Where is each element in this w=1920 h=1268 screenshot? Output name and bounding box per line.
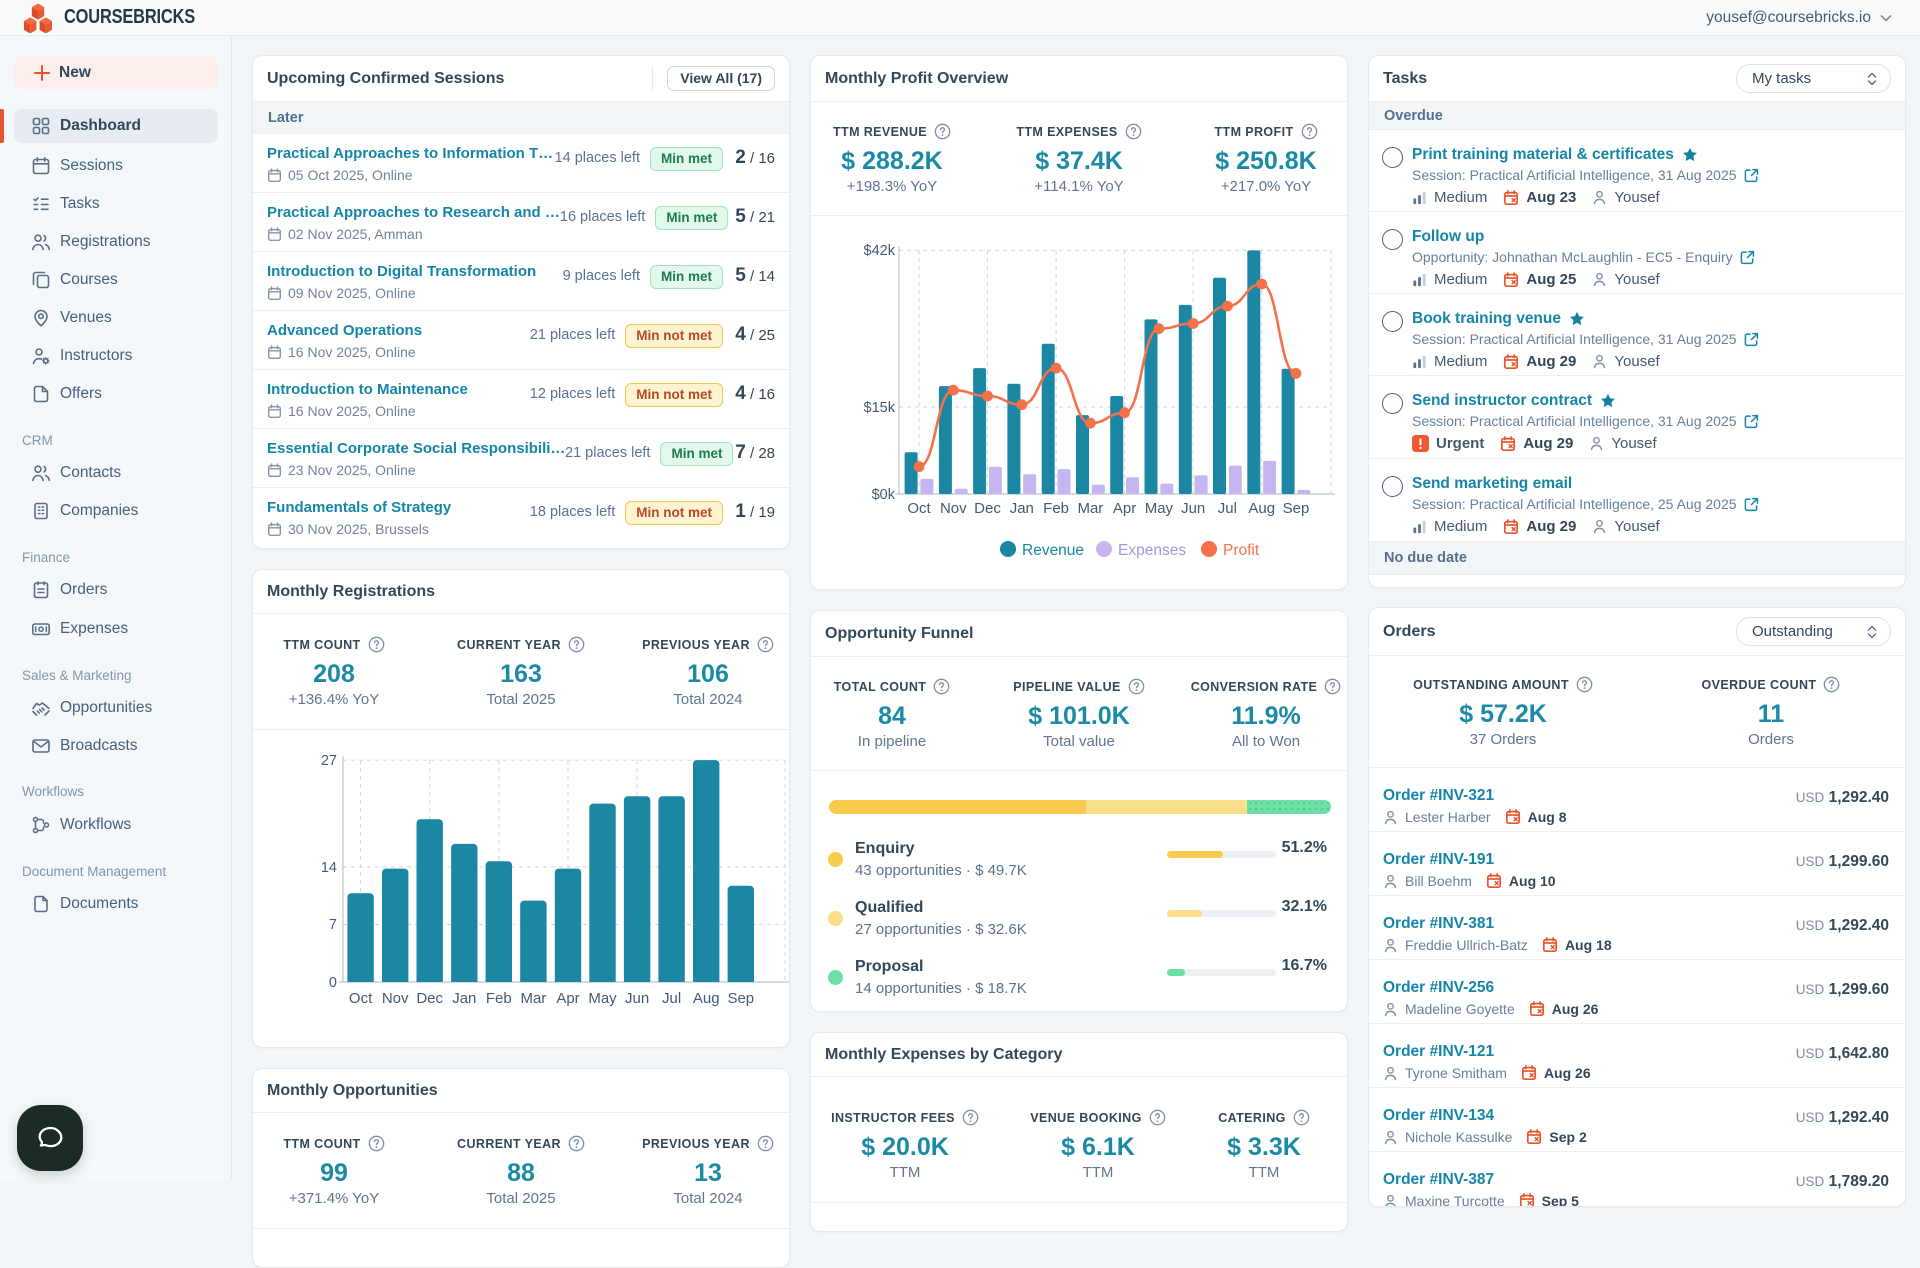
svg-text:Aug: Aug [1248, 500, 1275, 517]
svg-text:Feb: Feb [486, 990, 512, 1007]
svg-text:Jan: Jan [452, 990, 476, 1007]
svg-text:$0k: $0k [872, 487, 896, 503]
svg-text:Revenue: Revenue [1022, 542, 1084, 559]
svg-text:Dec: Dec [974, 500, 1001, 517]
svg-text:27: 27 [321, 753, 337, 769]
svg-text:7: 7 [329, 917, 337, 933]
svg-text:Oct: Oct [907, 500, 931, 517]
svg-text:Jul: Jul [662, 990, 681, 1007]
svg-text:Dec: Dec [416, 990, 443, 1007]
svg-text:Nov: Nov [940, 500, 967, 517]
svg-text:Aug: Aug [693, 990, 720, 1007]
svg-text:May: May [1145, 500, 1174, 517]
svg-text:May: May [588, 990, 617, 1007]
svg-text:0: 0 [329, 975, 337, 991]
svg-text:Nov: Nov [382, 990, 409, 1007]
svg-text:Mar: Mar [1077, 500, 1103, 517]
svg-text:Sep: Sep [1283, 500, 1310, 517]
svg-text:Sep: Sep [727, 990, 754, 1007]
svg-text:Jun: Jun [625, 990, 649, 1007]
svg-text:14: 14 [321, 860, 337, 876]
svg-text:Oct: Oct [349, 990, 373, 1007]
svg-text:Expenses: Expenses [1118, 542, 1186, 559]
svg-text:Apr: Apr [1113, 500, 1136, 517]
svg-text:Apr: Apr [556, 990, 579, 1007]
svg-text:Profit: Profit [1223, 542, 1260, 559]
svg-text:Jan: Jan [1010, 500, 1034, 517]
svg-text:$42k: $42k [864, 243, 896, 259]
svg-text:Jul: Jul [1218, 500, 1237, 517]
svg-text:Jun: Jun [1181, 500, 1205, 517]
svg-text:Feb: Feb [1043, 500, 1069, 517]
svg-text:Mar: Mar [520, 990, 546, 1007]
svg-text:$15k: $15k [864, 400, 896, 416]
